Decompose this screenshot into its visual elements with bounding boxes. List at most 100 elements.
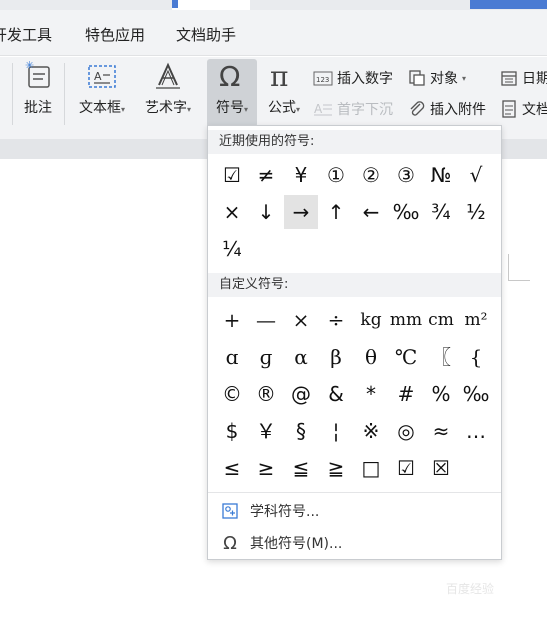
symbol-cell[interactable]: ÷: [319, 303, 353, 337]
symbol-cell[interactable]: %: [424, 377, 458, 411]
comment-button-label: 批注: [24, 100, 52, 116]
symbol-cell[interactable]: №: [424, 158, 458, 192]
symbol-cell[interactable]: ¾: [424, 195, 458, 229]
symbol-cell[interactable]: ☒: [424, 451, 458, 485]
symbol-cell[interactable]: ®: [249, 377, 283, 411]
comment-icon: ✳: [25, 59, 50, 88]
symbol-cell[interactable]: #: [389, 377, 423, 411]
symbol-cell[interactable]: →: [284, 195, 318, 229]
symbol-cell[interactable]: ≠: [249, 158, 283, 192]
insert-number-label: 插入数字: [337, 71, 393, 87]
symbol-cell[interactable]: {: [459, 340, 493, 374]
chevron-down-icon: ▾: [243, 105, 248, 114]
symbol-button[interactable]: Ω 符号▾: [207, 59, 257, 127]
date-button[interactable]: 日期: [500, 67, 547, 89]
tab-document-assistant[interactable]: 文档助手: [176, 24, 236, 45]
title-bar-accent: [470, 0, 547, 9]
symbol-cell[interactable]: ¦: [319, 414, 353, 448]
symbol-cell[interactable]: ‰: [459, 377, 493, 411]
recent-symbols-heading: 近期使用的符号:: [208, 130, 501, 154]
symbol-cell[interactable]: ③: [389, 158, 423, 192]
symbol-cell[interactable]: &: [319, 377, 353, 411]
symbol-cell[interactable]: ¼: [215, 232, 249, 266]
symbol-cell[interactable]: @: [284, 377, 318, 411]
subject-symbols-item[interactable]: 学科符号...: [208, 496, 501, 526]
symbol-cell[interactable]: 〖: [424, 340, 458, 374]
symbol-cell[interactable]: *: [354, 377, 388, 411]
svg-text:Ω: Ω: [219, 60, 240, 93]
symbol-cell[interactable]: ‰: [389, 195, 423, 229]
custom-symbols-heading: 自定义符号:: [208, 273, 501, 297]
symbol-cell[interactable]: §: [284, 414, 318, 448]
symbol-cell[interactable]: kg: [354, 303, 388, 337]
insert-attachment-button[interactable]: 插入附件: [408, 98, 486, 120]
subject-symbols-label: 学科符号...: [250, 504, 320, 520]
symbol-cell[interactable]: mm: [389, 303, 423, 337]
svg-text:123: 123: [316, 76, 329, 84]
menu-separator: [208, 492, 501, 493]
tab-developer-tools[interactable]: 开发工具: [0, 24, 52, 45]
textbox-button[interactable]: A 文本框▾: [72, 59, 132, 127]
doc-parts-button[interactable]: 文档: [500, 98, 547, 120]
symbol-cell[interactable]: +: [215, 303, 249, 337]
wordart-button[interactable]: 艺术字▾: [138, 59, 198, 127]
symbol-cell[interactable]: ɑ: [215, 340, 249, 374]
paperclip-icon: [410, 101, 425, 116]
ribbon-divider: [12, 63, 13, 125]
symbol-cell[interactable]: ≧: [319, 451, 353, 485]
symbol-cell[interactable]: ￥: [249, 414, 283, 448]
symbol-cell[interactable]: ↓: [249, 195, 283, 229]
symbol-cell[interactable]: β: [319, 340, 353, 374]
symbol-cell[interactable]: cm: [424, 303, 458, 337]
symbol-cell[interactable]: ☑: [389, 451, 423, 485]
margin-corner-mark: [508, 254, 530, 281]
symbol-cell[interactable]: α: [284, 340, 318, 374]
object-button[interactable]: 对象 ▾: [408, 67, 466, 89]
symbol-cell[interactable]: ≤: [215, 451, 249, 485]
comment-button[interactable]: ✳ 批注: [18, 59, 58, 127]
formula-button[interactable]: π 公式▾: [261, 59, 307, 127]
symbol-cell[interactable]: ×: [215, 195, 249, 229]
symbol-cell[interactable]: $: [215, 414, 249, 448]
symbol-cell[interactable]: θ: [354, 340, 388, 374]
watermark: 百度经验: [446, 582, 495, 596]
formula-button-label: 公式: [267, 100, 296, 116]
symbol-cell[interactable]: m²: [459, 303, 493, 337]
symbol-cell[interactable]: ɡ: [249, 340, 283, 374]
pi-icon: π: [270, 60, 288, 93]
symbol-cell[interactable]: ©: [215, 377, 249, 411]
symbol-cell[interactable]: ¥: [284, 158, 318, 192]
menu-bar: 开发工具 特色应用 文档助手: [0, 10, 547, 56]
number-icon: 123: [313, 71, 333, 86]
symbol-cell[interactable]: ☑: [215, 158, 249, 192]
symbol-cell[interactable]: …: [459, 414, 493, 448]
symbol-dropdown-menu: 近期使用的符号: ☑ ≠ ¥ ① ② ③ № √ × ↓ → ↑ ← ‰ ¾ ½ ¼ 自定义符号: + — × ÷ kg…: [207, 125, 502, 560]
svg-text:π: π: [270, 60, 288, 93]
symbol-cell[interactable]: ①: [319, 158, 353, 192]
tab-featured-apps[interactable]: 特色应用: [85, 24, 145, 45]
other-symbols-item[interactable]: Ω 其他符号(M)...: [208, 528, 501, 558]
symbol-cell[interactable]: ←: [354, 195, 388, 229]
ribbon-divider: [64, 63, 65, 125]
symbol-cell[interactable]: √: [459, 158, 493, 192]
wordart-icon: [156, 62, 180, 89]
symbol-button-label: 符号: [215, 100, 244, 116]
textbox-button-label: 文本框: [78, 100, 121, 116]
symbol-cell[interactable]: ↑: [319, 195, 353, 229]
symbol-cell[interactable]: ≦: [284, 451, 318, 485]
symbol-cell[interactable]: ◎: [389, 414, 423, 448]
symbol-cell[interactable]: ≈: [424, 414, 458, 448]
chevron-down-icon: ▾: [186, 105, 191, 114]
symbol-cell[interactable]: ≥: [249, 451, 283, 485]
active-document-tab[interactable]: [172, 0, 250, 10]
symbol-cell[interactable]: □: [354, 451, 388, 485]
symbol-cell[interactable]: ②: [354, 158, 388, 192]
symbol-cell[interactable]: ℃: [389, 340, 423, 374]
chevron-down-icon: ▾: [295, 105, 300, 114]
symbol-cell[interactable]: ×: [284, 303, 318, 337]
drop-cap-button[interactable]: A 首字下沉: [313, 98, 393, 120]
symbol-cell[interactable]: ½: [459, 195, 493, 229]
symbol-cell[interactable]: ※: [354, 414, 388, 448]
symbol-cell[interactable]: —: [249, 303, 283, 337]
insert-number-button[interactable]: 123 插入数字: [313, 67, 393, 89]
